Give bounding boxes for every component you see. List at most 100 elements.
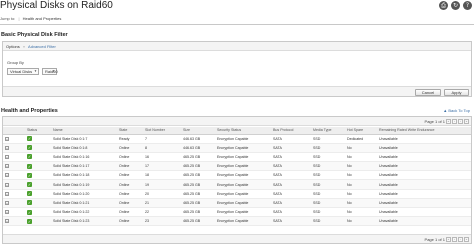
- media-cell: SSD: [311, 143, 345, 153]
- expand-icon[interactable]: +: [5, 145, 9, 150]
- expand-icon[interactable]: +: [5, 173, 9, 178]
- name-cell[interactable]: Solid State Disk 0:1:17: [51, 161, 117, 172]
- hot-spare-cell: No: [345, 216, 377, 227]
- media-cell: SSD: [311, 216, 345, 227]
- name-cell[interactable]: Solid State Disk 0:1:18: [51, 170, 117, 181]
- column-header[interactable]: Media Type: [311, 127, 345, 135]
- endurance-cell: Unavailable: [377, 161, 471, 172]
- next-page-icon[interactable]: ›: [458, 237, 463, 242]
- first-page-icon[interactable]: «: [446, 119, 451, 124]
- expand-cell: +: [3, 152, 25, 163]
- endurance-cell: Unavailable: [377, 170, 471, 181]
- cancel-button[interactable]: Cancel: [415, 89, 441, 96]
- table-row[interactable]: + ✓ Solid State Disk 0:1:16 Online 16 465.25 …: [3, 152, 471, 163]
- name-cell[interactable]: Solid State Disk 0:1:21: [51, 198, 117, 209]
- column-header[interactable]: Bus Protocol: [271, 127, 311, 135]
- column-header: [3, 127, 25, 135]
- name-cell[interactable]: Solid State Disk 0:1:22: [51, 207, 117, 218]
- status-cell: ✓: [25, 198, 51, 209]
- column-header[interactable]: Hot Spare: [345, 127, 377, 135]
- table-row[interactable]: + ✓ Solid State Disk 0:1:23 Online 23 465.25 …: [3, 216, 471, 227]
- filter-panel: Options » Advanced Filter Group By Virtu…: [2, 41, 472, 97]
- expand-icon[interactable]: +: [5, 191, 9, 196]
- slot-cell: 16: [143, 152, 181, 163]
- expand-cell: +: [3, 207, 25, 218]
- table-row[interactable]: + ✓ Solid State Disk 0:1:22 Online 22 465.25 …: [3, 207, 471, 218]
- table-row[interactable]: + ✓ Solid State Disk 0:1:7 Ready 7 446.63 GB E…: [3, 134, 471, 144]
- slot-cell: 20: [143, 189, 181, 199]
- hot-spare-cell: No: [345, 143, 377, 153]
- name-cell[interactable]: Solid State Disk 0:1:16: [51, 152, 117, 163]
- expand-icon[interactable]: +: [5, 154, 9, 159]
- status-ok-icon: ✓: [27, 200, 32, 206]
- hot-spare-cell: No: [345, 170, 377, 181]
- column-header[interactable]: Name: [51, 127, 117, 135]
- column-header[interactable]: Status: [25, 127, 51, 135]
- column-header[interactable]: Security Status: [215, 127, 271, 135]
- status-cell: ✓: [25, 152, 51, 163]
- media-cell: SSD: [311, 198, 345, 209]
- refresh-icon[interactable]: ↻: [451, 1, 460, 10]
- status-ok-icon: ✓: [27, 136, 32, 142]
- column-header[interactable]: State: [117, 127, 143, 135]
- expand-icon[interactable]: +: [5, 136, 9, 141]
- table-row[interactable]: + ✓ Solid State Disk 0:1:20 Online 20 465.25 …: [3, 189, 471, 199]
- security-cell: Encryption Capable: [215, 189, 271, 199]
- name-cell[interactable]: Solid State Disk 0:1:20: [51, 189, 117, 199]
- state-cell: Online: [117, 170, 143, 181]
- next-page-icon[interactable]: ›: [458, 119, 463, 124]
- column-header[interactable]: Slot Number: [143, 127, 181, 135]
- first-page-icon[interactable]: «: [446, 237, 451, 242]
- tab-advanced-filter[interactable]: Advanced Filter: [28, 44, 56, 49]
- jump-link-health[interactable]: Health and Properties: [23, 16, 62, 21]
- name-cell[interactable]: Solid State Disk 0:1:8: [51, 143, 117, 153]
- table-row[interactable]: + ✓ Solid State Disk 0:1:21 Online 21 465.25 …: [3, 198, 471, 209]
- prev-page-icon[interactable]: ‹: [452, 119, 457, 124]
- table-row[interactable]: + ✓ Solid State Disk 0:1:19 Online 19 465.25 …: [3, 179, 471, 190]
- help-icon[interactable]: ?: [463, 1, 472, 10]
- expand-icon[interactable]: +: [5, 164, 9, 169]
- group-by-label: Group By: [7, 60, 24, 65]
- column-header[interactable]: Size: [181, 127, 215, 135]
- bus-cell: SATA: [271, 198, 311, 209]
- state-cell: Online: [117, 161, 143, 172]
- media-cell: SSD: [311, 152, 345, 163]
- expand-cell: +: [3, 179, 25, 190]
- last-page-icon[interactable]: »: [464, 119, 469, 124]
- status-cell: ✓: [25, 179, 51, 190]
- raid-select[interactable]: Raid60 ▼: [42, 68, 58, 75]
- expand-icon[interactable]: +: [5, 200, 9, 205]
- slot-cell: 18: [143, 170, 181, 181]
- pager-buttons: « ‹ › »: [446, 119, 469, 124]
- prev-page-icon[interactable]: ‹: [452, 237, 457, 242]
- name-cell[interactable]: Solid State Disk 0:1:23: [51, 216, 117, 227]
- state-cell: Online: [117, 216, 143, 227]
- print-icon[interactable]: ⎙: [439, 1, 448, 10]
- expand-icon[interactable]: +: [5, 182, 9, 187]
- slot-cell: 22: [143, 207, 181, 218]
- group-by-select[interactable]: Virtual Disks ▼: [7, 68, 39, 75]
- column-header[interactable]: Remaining Rated Write Endurance: [377, 127, 471, 135]
- name-cell[interactable]: Solid State Disk 0:1:19: [51, 179, 117, 190]
- name-cell[interactable]: Solid State Disk 0:1:7: [51, 134, 117, 144]
- hot-spare-cell: No: [345, 207, 377, 218]
- expand-icon[interactable]: +: [5, 210, 9, 215]
- back-to-top-link[interactable]: ▲ Back To Top: [443, 108, 470, 113]
- status-ok-icon: ✓: [27, 191, 32, 197]
- hot-spare-cell: No: [345, 189, 377, 199]
- endurance-cell: Unavailable: [377, 207, 471, 218]
- table-row[interactable]: + ✓ Solid State Disk 0:1:8 Online 8 446.63 GB…: [3, 143, 471, 153]
- tab-options[interactable]: Options: [6, 44, 20, 49]
- last-page-icon[interactable]: »: [464, 237, 469, 242]
- apply-button[interactable]: Apply: [444, 89, 469, 96]
- size-cell: 465.25 GB: [181, 189, 215, 199]
- state-cell: Online: [117, 143, 143, 153]
- endurance-cell: Unavailable: [377, 143, 471, 153]
- table-row[interactable]: + ✓ Solid State Disk 0:1:17 Online 17 465.25 …: [3, 161, 471, 172]
- table-row[interactable]: + ✓ Solid State Disk 0:1:18 Online 18 465.25 …: [3, 170, 471, 181]
- media-cell: SSD: [311, 134, 345, 144]
- status-ok-icon: ✓: [27, 182, 32, 188]
- security-cell: Encryption Capable: [215, 207, 271, 218]
- expand-icon[interactable]: +: [5, 219, 9, 224]
- pager-bottom: Page 1 of 1 « ‹ › »: [3, 234, 471, 243]
